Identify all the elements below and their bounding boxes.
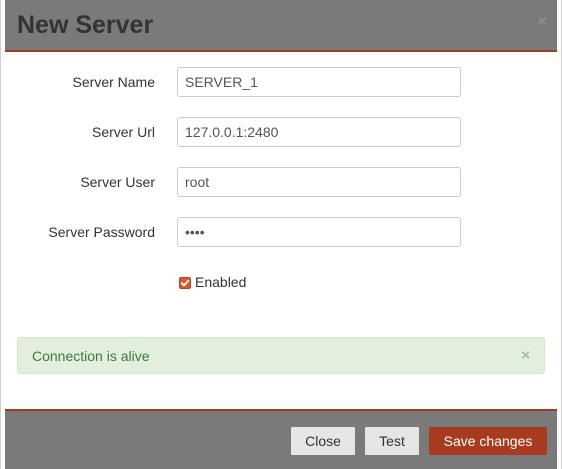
save-changes-button[interactable]: Save changes xyxy=(429,427,547,455)
checkmark-icon xyxy=(180,279,190,287)
test-button[interactable]: Test xyxy=(365,427,419,455)
server-url-input[interactable] xyxy=(177,117,461,147)
server-password-row: Server Password xyxy=(1,217,561,247)
server-password-label: Server Password xyxy=(48,224,155,240)
dialog-title: New Server xyxy=(17,11,154,39)
server-user-row: Server User xyxy=(1,167,561,197)
server-url-label: Server Url xyxy=(91,124,155,140)
enabled-checkbox[interactable] xyxy=(179,277,191,289)
server-name-label: Server Name xyxy=(72,74,155,90)
server-user-input[interactable] xyxy=(177,167,461,197)
server-name-input[interactable] xyxy=(177,67,461,97)
dialog-footer: Close Test Save changes xyxy=(5,409,557,469)
dialog-header: New Server × xyxy=(5,0,557,52)
server-user-label: Server User xyxy=(80,174,155,190)
connection-status-alert: Connection is alive × xyxy=(17,337,545,374)
enabled-label: Enabled xyxy=(195,274,247,290)
dialog-close-icon[interactable]: × xyxy=(538,14,547,30)
connection-status-text: Connection is alive xyxy=(32,348,150,364)
server-password-input[interactable] xyxy=(177,217,461,247)
new-server-dialog: New Server × Server Name Server Url Serv… xyxy=(0,0,562,469)
server-name-row: Server Name xyxy=(1,67,561,97)
close-button[interactable]: Close xyxy=(291,427,355,455)
server-url-row: Server Url xyxy=(1,117,561,147)
alert-close-icon[interactable]: × xyxy=(521,347,530,364)
